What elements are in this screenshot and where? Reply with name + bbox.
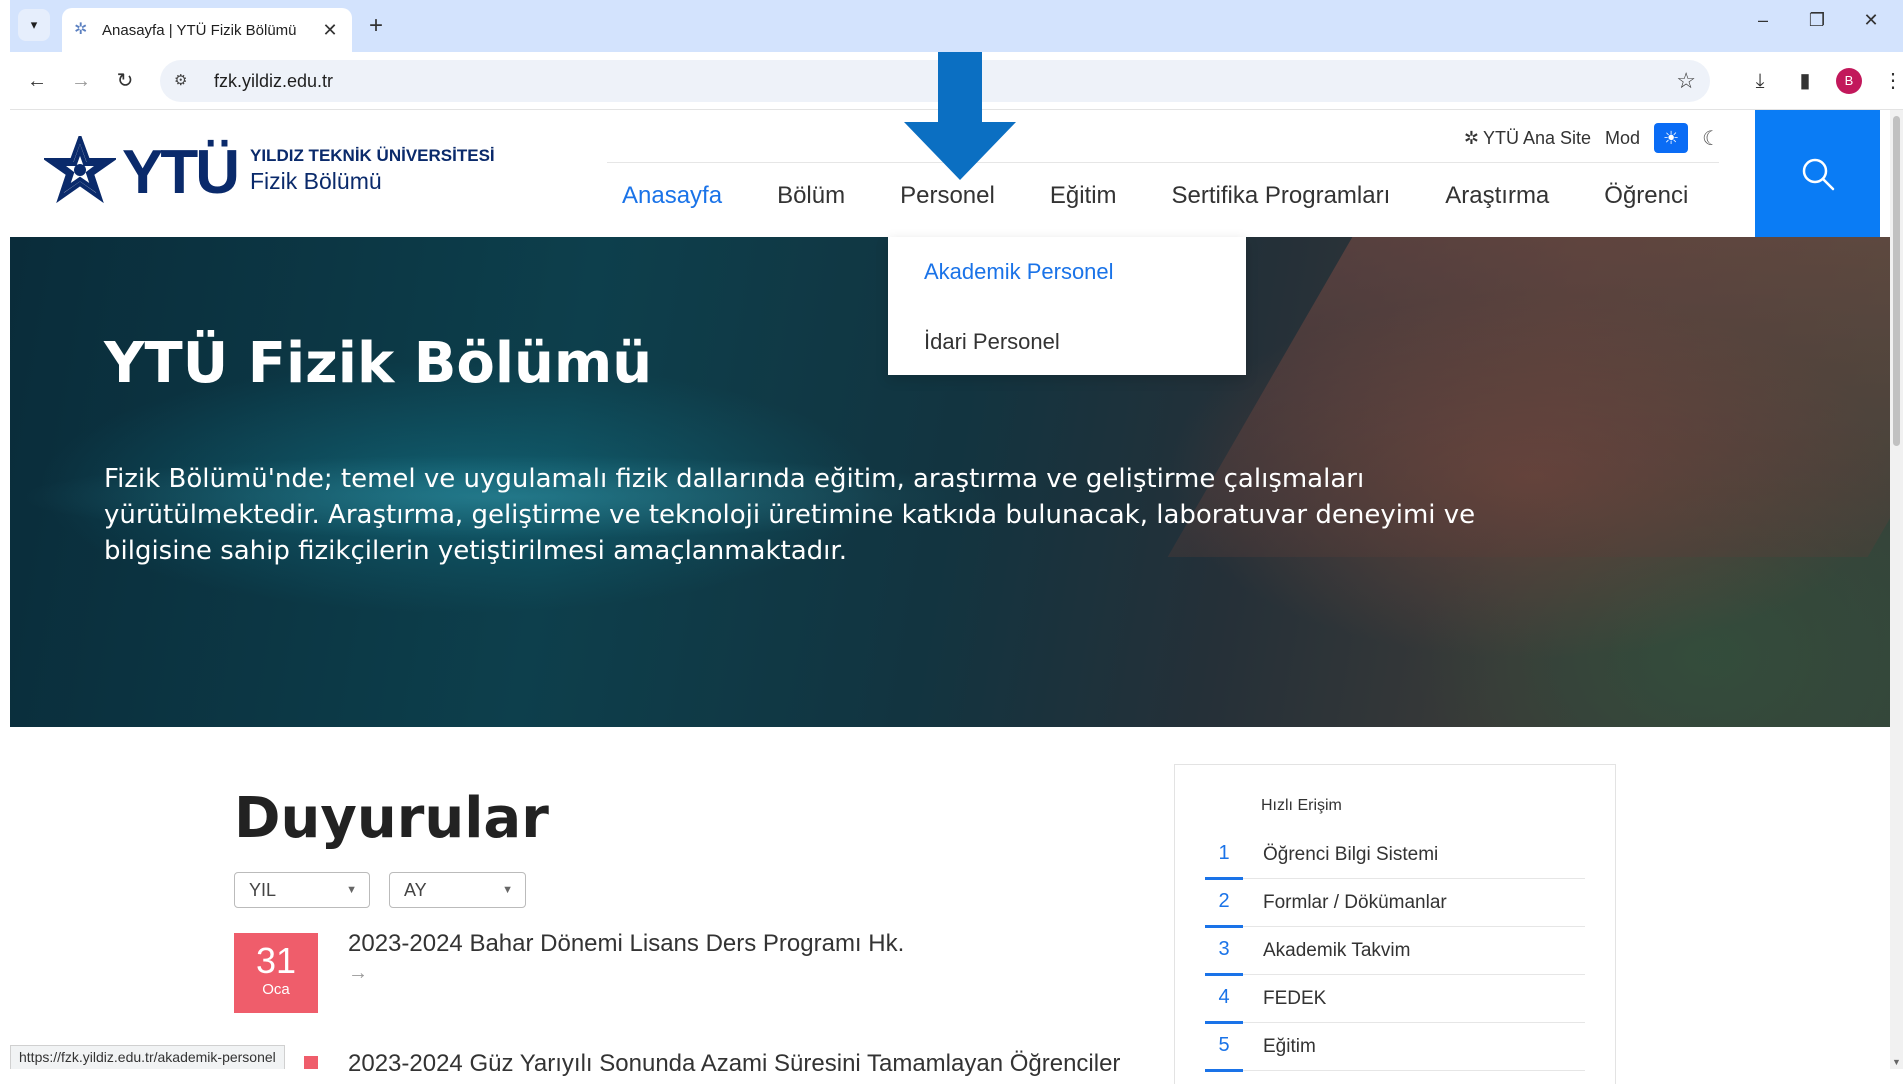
download-icon[interactable]: ⤓ (1745, 66, 1775, 96)
dropdown-item-akademik-personel[interactable]: Akademik Personel (888, 253, 1246, 323)
quick-access-label: Öğrenci Bilgi Sistemi (1263, 843, 1439, 865)
nav-item-ogrenci[interactable]: Öğrenci (1604, 182, 1688, 210)
quick-access-item[interactable]: 2 Formlar / Dökümanlar (1205, 879, 1585, 928)
side-panel-icon[interactable]: ▮ (1790, 66, 1820, 96)
quick-access-number: 1 (1205, 831, 1243, 880)
chevron-down-icon: ▾ (30, 17, 38, 32)
light-mode-sun-icon[interactable]: ☀ (1654, 123, 1689, 153)
main-site-link[interactable]: ✲ YTÜ Ana Site (1464, 128, 1591, 149)
announcement-link[interactable]: 2023-2024 Bahar Dönemi Lisans Ders Progr… (348, 930, 904, 958)
quick-access-item[interactable]: 5 Eğitim (1205, 1023, 1585, 1072)
site-info-icon[interactable]: ⚙ (174, 71, 194, 91)
nav-item-bolum[interactable]: Bölüm (777, 182, 845, 210)
hero-title: YTÜ Fizik Bölümü (104, 331, 653, 396)
new-tab-button[interactable]: + (362, 12, 390, 40)
browser-tab[interactable]: ✲ Anasayfa | YTÜ Fizik Bölümü ✕ (62, 8, 352, 52)
tab-title: Anasayfa | YTÜ Fizik Bölümü (102, 21, 297, 39)
quick-access-list: 1 Öğrenci Bilgi Sistemi 2 Formlar / Dökü… (1205, 831, 1585, 1072)
personel-dropdown-menu: Akademik Personel İdari Personel (888, 237, 1246, 375)
month-filter-value: AY (404, 880, 427, 900)
quick-access-label: Akademik Takvim (1263, 939, 1411, 961)
scrollbar-thumb[interactable] (1893, 116, 1900, 446)
restore-icon[interactable]: ❐ (1802, 10, 1832, 31)
department-name: Fizik Bölümü (250, 168, 382, 194)
quick-access-item[interactable]: 3 Akademik Takvim (1205, 927, 1585, 976)
profile-avatar[interactable]: B (1836, 68, 1862, 94)
ytu-logo[interactable]: YTÜ YILDIZ TEKNİK ÜNİVERSİTESİ Fizik Böl… (44, 136, 504, 216)
dropdown-caret-icon: ▼ (346, 884, 357, 896)
announcements-title: Duyurular (234, 786, 549, 851)
quick-access-number: 5 (1205, 1023, 1243, 1072)
search-button[interactable] (1755, 110, 1880, 237)
nav-divider (607, 162, 1719, 163)
quick-access-label: Eğitim (1263, 1035, 1316, 1057)
main-site-label: YTÜ Ana Site (1482, 127, 1592, 148)
tab-close-icon[interactable]: ✕ (320, 20, 340, 41)
status-url-preview: https://fzk.yildiz.edu.tr/akademik-perso… (10, 1045, 285, 1069)
dropdown-caret-icon: ▼ (502, 884, 513, 896)
month-filter-select[interactable]: AY ▼ (389, 872, 526, 908)
forward-icon[interactable]: → (66, 66, 96, 96)
nav-item-arastirma[interactable]: Araştırma (1445, 182, 1549, 210)
scroll-down-arrow-icon[interactable]: ▼ (1892, 1057, 1901, 1067)
year-filter-select[interactable]: YIL ▼ (234, 872, 370, 908)
bookmark-star-icon[interactable]: ☆ (1676, 68, 1696, 94)
page-scrollbar[interactable]: ▼ (1890, 110, 1903, 1069)
quick-access-panel: Hızlı Erişim 1 Öğrenci Bilgi Sistemi 2 F… (1174, 764, 1616, 1084)
nav-item-anasayfa[interactable]: Anasayfa (622, 182, 722, 210)
search-icon (1802, 158, 1834, 190)
hero-description: Fizik Bölümü'nde; temel ve uygulamalı fi… (104, 464, 1476, 566)
arrow-right-icon[interactable]: → (348, 962, 368, 985)
annotation-arrow-icon (904, 52, 1016, 180)
date-badge: 31 Oca (234, 933, 318, 1013)
browser-tab-strip: ▾ ✲ Anasayfa | YTÜ Fizik Bölümü ✕ + – ❐ … (10, 0, 1903, 52)
date-badge (304, 1056, 318, 1069)
ytu-star-logo-icon (44, 136, 116, 204)
minimize-icon[interactable]: – (1748, 10, 1778, 31)
logo-wordmark: YTÜ (122, 138, 240, 207)
site-favicon-icon: ✲ (74, 21, 88, 38)
date-day: 31 (255, 940, 297, 981)
university-name: YILDIZ TEKNİK ÜNİVERSİTESİ (250, 146, 495, 165)
menu-dots-icon[interactable]: ⋮ (1878, 66, 1903, 96)
tab-search-button[interactable]: ▾ (18, 9, 50, 41)
dark-mode-moon-icon[interactable]: ☾ (1702, 126, 1720, 151)
date-month: Oca (262, 981, 290, 998)
quick-access-item[interactable]: 1 Öğrenci Bilgi Sistemi (1205, 831, 1585, 880)
close-window-icon[interactable]: ✕ (1856, 10, 1886, 31)
year-filter-value: YIL (249, 880, 277, 900)
gear-icon: ✲ (1463, 127, 1479, 148)
announcement-link[interactable]: 2023-2024 Güz Yarıyılı Sonunda Azami Sür… (348, 1050, 1120, 1078)
reload-icon[interactable]: ↻ (110, 66, 140, 96)
quick-access-title: Hızlı Erişim (1261, 797, 1342, 814)
mode-label: Mod (1605, 127, 1641, 148)
quick-access-number: 2 (1205, 879, 1243, 928)
dropdown-item-idari-personel[interactable]: İdari Personel (888, 323, 1246, 393)
quick-access-number: 3 (1205, 927, 1243, 976)
quick-access-label: Formlar / Dökümanlar (1263, 891, 1447, 913)
nav-item-sertifika[interactable]: Sertifika Programları (1172, 182, 1391, 210)
quick-access-item[interactable]: 4 FEDEK (1205, 975, 1585, 1024)
nav-item-personel[interactable]: Personel (900, 182, 995, 210)
nav-item-egitim[interactable]: Eğitim (1050, 182, 1117, 210)
quick-access-label: FEDEK (1263, 987, 1327, 1009)
address-url: fzk.yildiz.edu.tr (214, 71, 334, 91)
utility-bar: ✲ YTÜ Ana Site Mod ☀ ☾ (1464, 122, 1720, 154)
main-nav: Anasayfa Bölüm Personel Eğitim Sertifika… (622, 182, 1688, 210)
back-icon[interactable]: ← (22, 66, 52, 96)
quick-access-number: 4 (1205, 975, 1243, 1024)
